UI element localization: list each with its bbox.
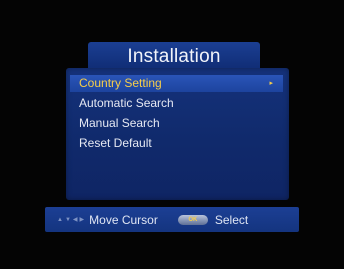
select-label: Select [214, 212, 249, 227]
arrow-up-icon: ▲ [57, 216, 63, 223]
ok-button-icon: OK [177, 214, 208, 225]
menu-item-label: Manual Search [79, 116, 160, 130]
menu-item-label: Country Setting [79, 76, 162, 90]
move-cursor-label: Move Cursor [89, 212, 158, 227]
submenu-arrow-icon: ▸ [269, 80, 273, 87]
arrow-down-icon: ▼ [64, 216, 71, 223]
installation-menu: Country Setting ▸ Automatic Search Manua… [66, 68, 289, 200]
arrow-right-icon: ▶ [79, 217, 85, 223]
menu-item-label: Automatic Search [79, 96, 174, 110]
menu-item-reset-default[interactable]: Reset Default [70, 135, 283, 152]
tv-screen: Installation Country Setting ▸ Automatic… [0, 0, 344, 269]
arrow-left-icon: ◀ [72, 217, 78, 223]
menu-item-manual-search[interactable]: Manual Search [70, 115, 283, 132]
menu-item-country-setting[interactable]: Country Setting ▸ [70, 75, 283, 92]
direction-keys-icon: ▲ ▼ ◀ ▶ [57, 216, 85, 224]
menu-title: Installation [127, 46, 221, 67]
menu-item-label: Reset Default [79, 136, 152, 150]
help-bar: ▲ ▼ ◀ ▶ Move Cursor OK Select [45, 207, 299, 232]
menu-item-automatic-search[interactable]: Automatic Search [70, 95, 283, 112]
